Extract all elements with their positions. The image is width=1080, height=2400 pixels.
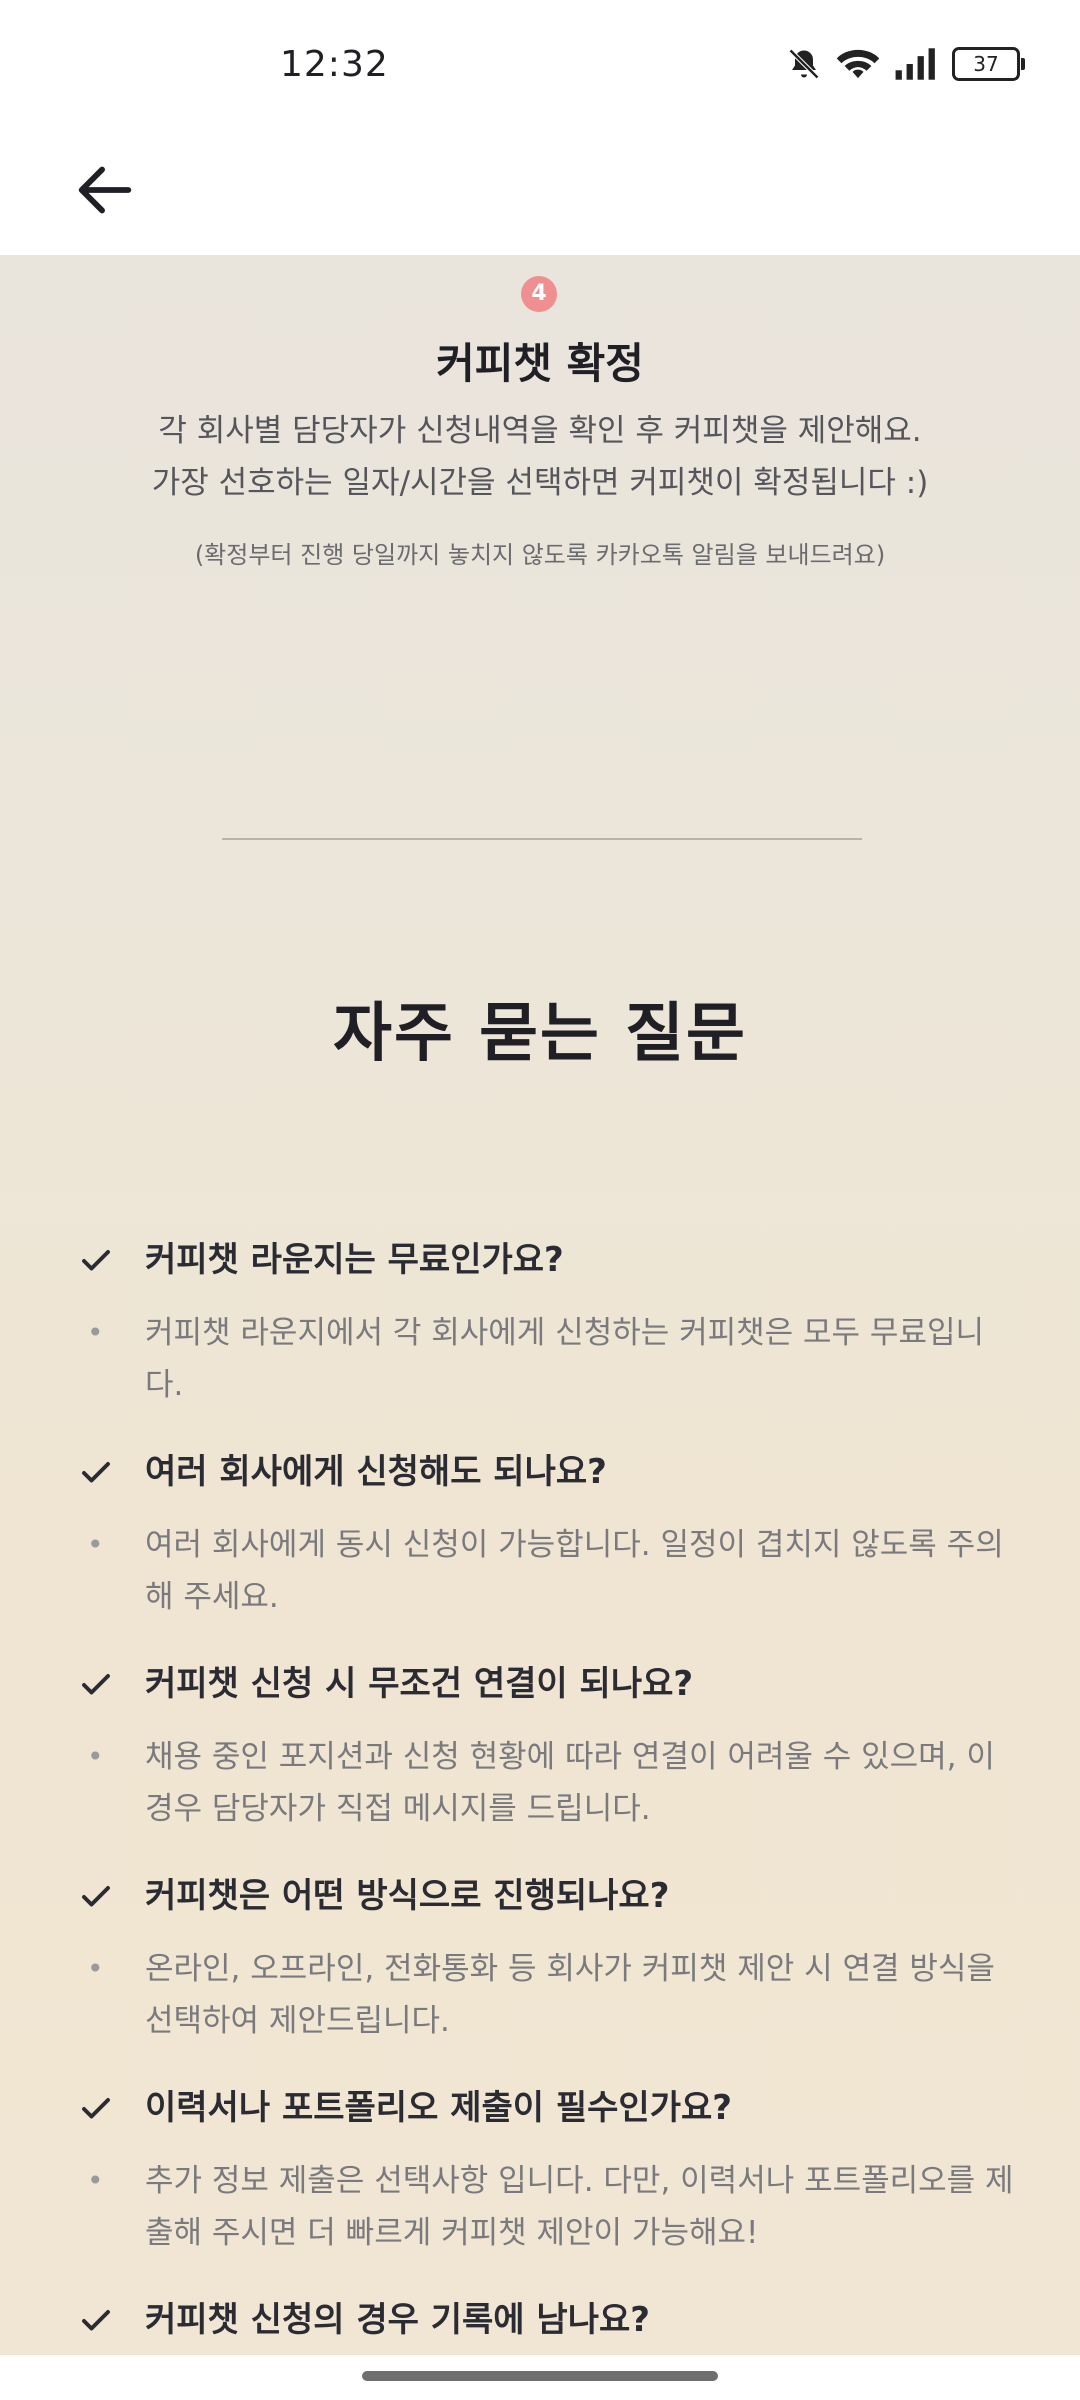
faq-question: 커피챗 라운지는 무료인가요? [145, 1240, 564, 1280]
step-description-line-2: 가장 선호하는 일자/시간을 선택하면 커피챗이 확정됩니다 :) [151, 465, 929, 501]
back-arrow-icon[interactable] [70, 155, 140, 225]
faq-item[interactable]: 커피챗은 어떤 방식으로 진행되나요? • 온라인, 오프라인, 전화통화 등 회… [0, 1871, 1080, 2047]
step-description-line-1: 각 회사별 담당자가 신청내역을 확인 후 커피챗을 제안해요. [158, 413, 922, 449]
faq-list: 커피챗 라운지는 무료인가요? • 커피챗 라운지에서 각 회사에게 신청하는 커… [0, 1235, 1080, 2355]
faq-answer: • 여러 회사에게 동시 신청이 가능합니다. 일정이 겹치지 않도록 주의해 주… [87, 1519, 1020, 1623]
faq-question: 커피챗 신청 시 무조건 연결이 되나요? [145, 1664, 694, 1704]
faq-item[interactable]: 이력서나 포트폴리오 제출이 필수인가요? • 추가 정보 제출은 선택사항 입니… [0, 2083, 1080, 2259]
step-note: (확정부터 진행 당일까지 놓치지 않도록 카카오톡 알림을 보내드려요) [194, 541, 886, 569]
faq-answer: • 추가 정보 제출은 선택사항 입니다. 다만, 이력서나 포트폴리오를 제출해… [87, 2155, 1020, 2259]
bullet-icon: • [87, 2164, 104, 2197]
check-icon [82, 2098, 110, 2119]
content-area: 4 커피챗 확정 각 회사별 담당자가 신청내역을 확인 후 커피챗을 제안해요… [0, 255, 1080, 2355]
bullet-icon: • [87, 1740, 104, 1773]
home-indicator[interactable] [362, 2371, 718, 2381]
app-bar [0, 130, 1080, 255]
bullet-icon: • [87, 1316, 104, 1349]
faq-question: 여러 회사에게 신청해도 되나요? [145, 1452, 607, 1492]
faq-answer-text: 여러 회사에게 동시 신청이 가능합니다. 일정이 겹치지 않도록 주의해 주세… [145, 1527, 1004, 1615]
faq-answer-text: 온라인, 오프라인, 전화통화 등 회사가 커피챗 제안 시 연결 방식을 선택… [145, 1951, 995, 2039]
bell-muted-icon [788, 48, 820, 80]
faq-question: 이력서나 포트폴리오 제출이 필수인가요? [145, 2088, 732, 2128]
section-divider [222, 838, 862, 840]
status-time: 12:32 [280, 44, 389, 85]
battery-icon: 37 [952, 47, 1025, 81]
faq-answer: • 커피챗 라운지에서 각 회사에게 신청하는 커피챗은 모두 무료입니다. [87, 1307, 1020, 1411]
faq-question: 커피챗 신청의 경우 기록에 남나요? [145, 2300, 650, 2340]
faq-title: 자주 묻는 질문 [333, 997, 747, 1071]
bullet-icon: • [87, 1952, 104, 1985]
faq-question: 커피챗은 어떤 방식으로 진행되나요? [145, 1876, 670, 1916]
faq-item[interactable]: 커피챗 신청의 경우 기록에 남나요? [0, 2295, 1080, 2345]
check-icon [82, 2310, 110, 2331]
status-bar: 12:32 37 [0, 0, 1080, 130]
faq-item[interactable]: 커피챗 신청 시 무조건 연결이 되나요? • 채용 중인 포지션과 신청 현황에… [0, 1659, 1080, 1835]
step-number-badge: 4 [521, 276, 557, 312]
status-icons: 37 [786, 44, 1025, 84]
signal-icon [895, 48, 935, 80]
step-title: 커피챗 확정 [436, 339, 644, 388]
navigation-bar [0, 2355, 1080, 2400]
faq-answer-text: 커피챗 라운지에서 각 회사에게 신청하는 커피챗은 모두 무료입니다. [145, 1315, 985, 1403]
check-icon [82, 1250, 110, 1271]
faq-answer: • 채용 중인 포지션과 신청 현황에 따라 연결이 어려울 수 있으며, 이 경… [87, 1731, 1020, 1835]
faq-item[interactable]: 커피챗 라운지는 무료인가요? • 커피챗 라운지에서 각 회사에게 신청하는 커… [0, 1235, 1080, 1411]
faq-item[interactable]: 여러 회사에게 신청해도 되나요? • 여러 회사에게 동시 신청이 가능합니다.… [0, 1447, 1080, 1623]
check-icon [82, 1674, 110, 1695]
faq-answer-text: 채용 중인 포지션과 신청 현황에 따라 연결이 어려울 수 있으며, 이 경우… [145, 1739, 995, 1827]
bullet-icon: • [87, 1528, 104, 1561]
faq-answer: • 온라인, 오프라인, 전화통화 등 회사가 커피챗 제안 시 연결 방식을 선… [87, 1943, 1020, 2047]
check-icon [82, 1462, 110, 1483]
faq-answer-text: 추가 정보 제출은 선택사항 입니다. 다만, 이력서나 포트폴리오를 제출해 … [145, 2163, 1014, 2251]
step-description: 각 회사별 담당자가 신청내역을 확인 후 커피챗을 제안해요. 가장 선호하는… [0, 405, 1080, 509]
wifi-icon [836, 49, 880, 79]
check-icon [82, 1886, 110, 1907]
